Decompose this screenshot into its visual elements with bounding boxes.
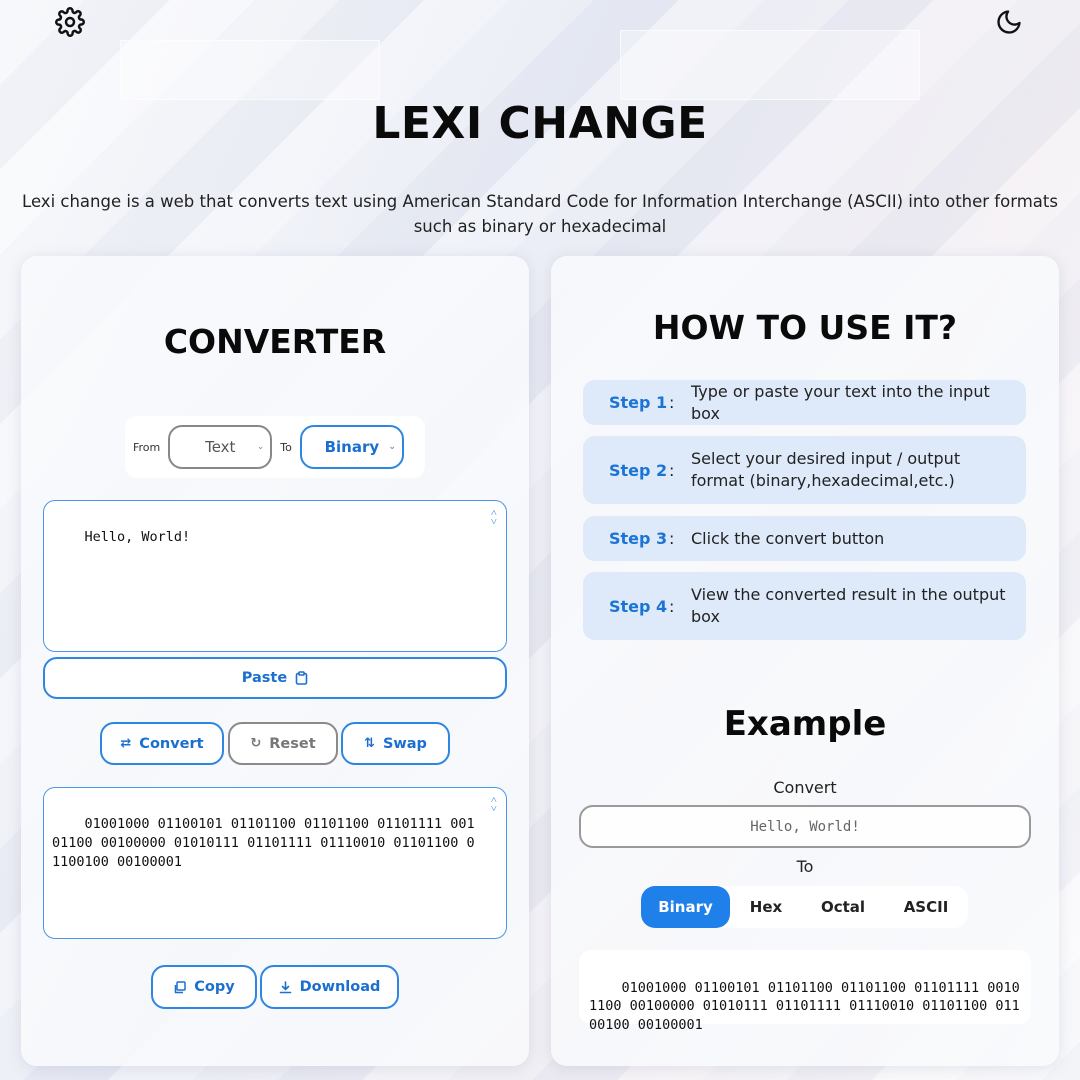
download-icon [279, 980, 291, 993]
step-label: Step 4 [609, 596, 668, 616]
step-item: Step 1 : Type or paste your text into th… [583, 380, 1026, 425]
paste-button[interactable]: Paste [43, 657, 507, 699]
step-text: View the converted result in the output … [691, 585, 1006, 626]
step-label: Step 1 [609, 393, 668, 412]
gear-icon[interactable] [54, 6, 86, 38]
resize-spinner-icon[interactable]: ˄ ˅ [491, 794, 497, 814]
swap-horizontal-icon: ⇄ [120, 736, 132, 751]
output-text: 01001000 01100101 01101100 01101100 0110… [52, 816, 475, 870]
input-textarea[interactable]: Hello, World! ˄ ˅ [43, 500, 507, 652]
convert-button-label: Convert [139, 735, 204, 752]
download-button-label: Download [299, 979, 381, 995]
step-text: Select your desired input / output forma… [691, 449, 961, 490]
page-description: Lexi change is a web that converts text … [22, 192, 1058, 236]
output-textarea[interactable]: 01001000 01100101 01101100 01101100 0110… [43, 787, 507, 939]
paste-button-label: Paste [241, 670, 288, 686]
step-item: Step 3 : Click the convert button [583, 516, 1026, 561]
copy-button[interactable]: Copy [151, 965, 257, 1009]
converter-title: CONVERTER [163, 322, 387, 361]
chevron-down-icon: ⌄ [256, 442, 265, 452]
howto-title: HOW TO USE IT? [652, 308, 958, 347]
background-shape [120, 40, 380, 100]
step-separator: : [669, 596, 675, 616]
swap-vertical-icon: ⇅ [364, 736, 375, 751]
step-separator: : [669, 393, 675, 412]
copy-button-label: Copy [194, 979, 235, 995]
swap-button-label: Swap [382, 735, 427, 752]
reset-button[interactable]: ↻ Reset [228, 722, 338, 765]
step-item: Step 4 : View the converted result in th… [583, 572, 1026, 640]
example-input-text: Hello, World! [750, 818, 860, 835]
moon-icon[interactable] [993, 6, 1025, 38]
swap-button[interactable]: ⇅ Swap [341, 722, 450, 765]
howto-panel: HOW TO USE IT? Step 1 : Type or paste yo… [551, 256, 1059, 1066]
from-format-value: Text [205, 438, 236, 456]
chevron-down-icon: ⌄ [388, 442, 396, 452]
example-title: Example [723, 704, 887, 744]
step-text: Click the convert button [691, 528, 885, 548]
example-output: 01001000 01100101 01101100 01101100 0110… [579, 950, 1031, 1033]
copy-icon [175, 980, 187, 993]
to-label: To [280, 440, 292, 454]
example-output-text: 01001000 01100101 01101100 01101100 0110… [589, 979, 1020, 1033]
step-separator: : [669, 529, 675, 548]
format-selector: From Text ⌄ To Binary ⌄ [125, 416, 425, 478]
step-label: Step 2 [609, 460, 668, 480]
example-to-label: To [796, 857, 814, 876]
example-input: Hello, World! [579, 805, 1031, 848]
tab-hex[interactable]: Hex [730, 886, 802, 928]
tab-binary[interactable]: Binary [641, 886, 730, 928]
from-format-select[interactable]: Text ⌄ [168, 425, 273, 469]
example-format-tabs: Binary Hex Octal ASCII [641, 886, 968, 928]
page-title: LEXI CHANGE [372, 98, 708, 149]
clipboard-icon [295, 671, 308, 685]
to-format-select[interactable]: Binary ⌄ [299, 425, 404, 469]
step-item: Step 2 : Select your desired input / out… [583, 436, 1026, 504]
convert-button[interactable]: ⇄ Convert [100, 722, 224, 765]
reset-button-label: Reset [269, 735, 316, 752]
tab-ascii[interactable]: ASCII [884, 886, 968, 928]
input-text: Hello, World! [84, 529, 191, 545]
resize-spinner-icon[interactable]: ˄ ˅ [491, 507, 497, 527]
step-separator: : [669, 460, 675, 480]
background-shape [620, 30, 920, 100]
step-text: Type or paste your text into the input b… [691, 381, 990, 423]
to-format-value: Binary [324, 438, 380, 456]
download-button[interactable]: Download [260, 965, 399, 1009]
from-label: From [133, 440, 161, 454]
converter-panel: CONVERTER From Text ⌄ To Binary ⌄ Hello,… [21, 256, 529, 1066]
refresh-icon: ↻ [250, 736, 262, 751]
example-convert-label: Convert [773, 778, 837, 797]
tab-octal[interactable]: Octal [802, 886, 884, 928]
step-label: Step 3 [609, 529, 668, 548]
